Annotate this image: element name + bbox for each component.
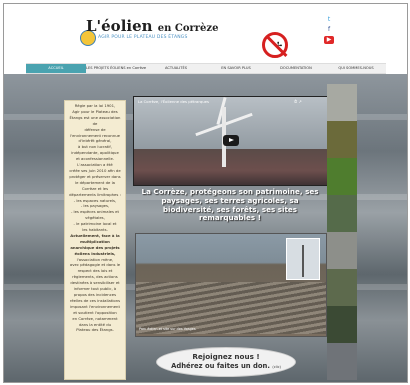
description-line: Actuellement, face à la	[70, 232, 120, 238]
photo-column	[327, 84, 357, 380]
video-actions[interactable]: ⏱ ↗	[294, 99, 302, 104]
youtube-icon[interactable]: ▶	[324, 36, 334, 44]
heather-landscape-photo	[327, 121, 357, 158]
page-frame: L'éolien en Corrèze AGIR POUR LE PLATEAU…	[3, 3, 408, 383]
nav-actualites[interactable]: ACTUALITÉS	[146, 64, 206, 73]
description-line: éoliens industriels,	[74, 250, 116, 256]
no-wind-turbine-icon: ✢	[262, 32, 288, 58]
description-line: créée ses juin 2010 afin de	[69, 167, 121, 173]
join-donate-button[interactable]: Rejoignez nous ! Adhérez ou faites un do…	[156, 347, 296, 377]
nav-qui-sommes-nous[interactable]: QUI SOMMES-NOUS	[326, 64, 386, 73]
twitter-icon[interactable]: t	[324, 16, 334, 24]
nav-accueil[interactable]: ACCUEIL	[26, 64, 86, 73]
forest-photo	[327, 306, 357, 343]
description-line: réelles de ces installations	[69, 297, 121, 303]
cta-line2: Adhérez ou faites un don. (clic)	[157, 362, 295, 370]
description-line: imposant l'environnement	[70, 303, 120, 309]
description-line: départements limitrophes :	[69, 191, 121, 197]
cta-line1: Rejoignez nous !	[192, 352, 260, 361]
site-subtitle: AGIR POUR LE PLATEAU DES ÉTANGS	[98, 35, 188, 40]
forest-lake-photo	[327, 195, 357, 232]
wind-farm-photo: Parc éolien et site sur des Vosges	[135, 233, 327, 337]
cta-line2-small: (clic)	[272, 365, 281, 369]
cta-line2-text: Adhérez ou faites un don.	[171, 362, 270, 370]
main-nav: ACCUEIL LES PROJETS ÉOLIENS en Corrèze A…	[26, 63, 386, 74]
description-line: anarchique des projets	[70, 244, 120, 250]
site-title[interactable]: L'éolien en Corrèze	[86, 17, 218, 35]
site-title-tail: en Corrèze	[157, 23, 219, 34]
turbine-inset-photo	[286, 238, 320, 280]
slogan-text: La Corrèze, protégeons son patrimoine, s…	[141, 187, 319, 223]
description-line: et soutient l'opposition	[73, 309, 117, 315]
water-mist-photo	[327, 232, 357, 269]
video-title[interactable]: La Corrèze, l'Éolienne des pétrarques	[138, 99, 209, 104]
description-line: le département de la	[75, 179, 115, 185]
description-line: Plateau des Étangs.	[76, 327, 114, 333]
mountain-photo	[327, 343, 357, 380]
description-line: Agir pour le Plateau des	[72, 108, 118, 114]
facebook-icon[interactable]: f	[324, 26, 334, 34]
nav-projets[interactable]: LES PROJETS ÉOLIENS en Corrèze	[86, 64, 146, 73]
green-meadow-photo	[327, 158, 357, 195]
description-line: protéger et préserver dans	[69, 173, 121, 179]
video-hills	[134, 149, 327, 185]
red-kite-bird-photo	[327, 84, 357, 121]
play-button[interactable]	[223, 135, 239, 146]
nav-en-savoir-plus[interactable]: EN SAVOIR PLUS	[206, 64, 266, 73]
description-line: Étangs est une association	[69, 114, 121, 120]
site-header: L'éolien en Corrèze AGIR POUR LE PLATEAU…	[4, 4, 407, 59]
association-description: Régie par la loi 1901, Agir pour le Plate…	[64, 100, 126, 380]
nav-documentation[interactable]: DOCUMENTATION	[266, 64, 326, 73]
pine-branches-photo	[327, 269, 357, 306]
video-sky	[134, 97, 327, 155]
description-line: en Corrèze, notamment	[72, 315, 118, 321]
social-links: t f ▶	[324, 16, 334, 46]
site-title-main: L'éolien	[86, 17, 153, 35]
photo-caption: Parc éolien et site sur des Vosges	[139, 327, 196, 331]
video-player[interactable]: La Corrèze, l'Éolienne des pétrarques ⏱ …	[133, 96, 328, 186]
